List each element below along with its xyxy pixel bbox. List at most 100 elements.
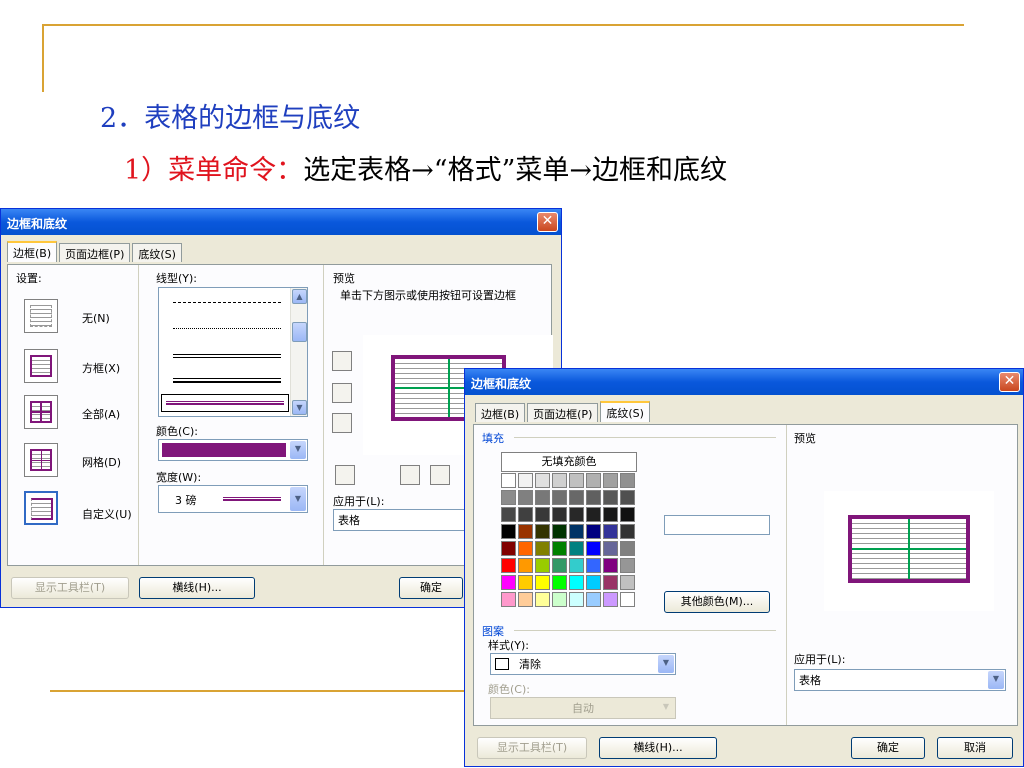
scroll-up-icon[interactable]: ▲ xyxy=(292,289,307,304)
color-swatch[interactable] xyxy=(620,473,635,488)
color-swatch[interactable] xyxy=(535,592,550,607)
color-swatch[interactable] xyxy=(603,473,618,488)
color-swatch[interactable] xyxy=(569,490,584,505)
color-swatch[interactable] xyxy=(569,541,584,556)
color-swatch[interactable] xyxy=(535,558,550,573)
color-swatch[interactable] xyxy=(518,575,533,590)
color-swatch[interactable] xyxy=(501,473,516,488)
setting-box-label[interactable]: 方框(X) xyxy=(82,360,120,376)
line-style-list[interactable]: ▲ ▼ xyxy=(158,287,308,417)
color-swatch[interactable] xyxy=(569,575,584,590)
line-option-dashdot[interactable] xyxy=(173,302,281,303)
chevron-down-icon[interactable]: ▼ xyxy=(658,655,674,673)
chevron-down-icon[interactable]: ▼ xyxy=(658,699,674,717)
setting-custom-icon[interactable] xyxy=(24,491,58,525)
color-swatch[interactable] xyxy=(535,473,550,488)
scroll-thumb[interactable] xyxy=(292,322,307,342)
tab-shading[interactable]: 底纹(S) xyxy=(132,243,182,262)
line-option-double[interactable] xyxy=(173,354,281,358)
color-swatch[interactable] xyxy=(552,473,567,488)
color-swatch[interactable] xyxy=(603,541,618,556)
color-swatch[interactable] xyxy=(501,507,516,522)
ok-button[interactable]: 确定 xyxy=(399,577,463,599)
tab-page-border[interactable]: 页面边框(P) xyxy=(59,243,131,262)
setting-none-icon[interactable] xyxy=(24,299,58,333)
color-swatch[interactable] xyxy=(603,524,618,539)
apply-select[interactable]: 表格 ▼ xyxy=(794,669,1006,691)
pattern-color-select[interactable]: 自动 ▼ xyxy=(490,697,676,719)
color-swatch[interactable] xyxy=(586,507,601,522)
color-swatch[interactable] xyxy=(518,490,533,505)
color-swatch[interactable] xyxy=(501,592,516,607)
color-swatch[interactable] xyxy=(518,541,533,556)
chevron-down-icon[interactable]: ▼ xyxy=(290,487,306,511)
chevron-down-icon[interactable]: ▼ xyxy=(988,671,1004,689)
color-swatch[interactable] xyxy=(552,524,567,539)
cancel-button[interactable]: 取消 xyxy=(937,737,1013,759)
color-swatch[interactable] xyxy=(586,524,601,539)
color-swatch[interactable] xyxy=(518,507,533,522)
tab-shading[interactable]: 底纹(S) xyxy=(600,401,650,422)
color-swatch[interactable] xyxy=(518,473,533,488)
color-swatch[interactable] xyxy=(586,558,601,573)
color-swatch[interactable] xyxy=(620,575,635,590)
color-swatch[interactable] xyxy=(501,558,516,573)
color-swatch[interactable] xyxy=(603,575,618,590)
line-option-dotdash[interactable] xyxy=(173,328,281,329)
color-swatch[interactable] xyxy=(569,473,584,488)
horizontal-line-button[interactable]: 横线(H)... xyxy=(139,577,255,599)
scroll-down-icon[interactable]: ▼ xyxy=(292,400,307,415)
border-middle-button[interactable] xyxy=(332,383,352,403)
border-top-button[interactable] xyxy=(332,351,352,371)
setting-all-icon[interactable] xyxy=(24,395,58,429)
color-swatch[interactable] xyxy=(501,541,516,556)
line-option-selected[interactable] xyxy=(161,394,289,412)
color-swatch[interactable] xyxy=(552,541,567,556)
diagonal-border-button[interactable] xyxy=(335,465,355,485)
color-swatch[interactable] xyxy=(569,524,584,539)
color-swatch[interactable] xyxy=(620,507,635,522)
color-swatch[interactable] xyxy=(535,490,550,505)
color-swatch[interactable] xyxy=(586,575,601,590)
color-swatch[interactable] xyxy=(535,524,550,539)
line-style-scrollbar[interactable]: ▲ ▼ xyxy=(290,288,307,416)
color-swatch[interactable] xyxy=(586,541,601,556)
setting-box-icon[interactable] xyxy=(24,349,58,383)
color-swatch[interactable] xyxy=(552,575,567,590)
show-toolbar-button[interactable]: 显示工具栏(T) xyxy=(477,737,587,759)
border-left-button[interactable] xyxy=(400,465,420,485)
setting-custom-label[interactable]: 自定义(U) xyxy=(82,506,132,522)
line-option-thick-thin[interactable] xyxy=(173,378,281,383)
color-swatch[interactable] xyxy=(518,558,533,573)
no-fill-button[interactable]: 无填充颜色 xyxy=(501,452,637,472)
chevron-down-icon[interactable]: ▼ xyxy=(290,441,306,459)
color-swatch[interactable] xyxy=(501,524,516,539)
color-swatch[interactable] xyxy=(620,490,635,505)
tab-borders[interactable]: 边框(B) xyxy=(7,241,58,262)
color-swatch[interactable] xyxy=(569,507,584,522)
close-button[interactable]: ✕ xyxy=(999,372,1020,392)
color-swatch[interactable] xyxy=(552,558,567,573)
close-button[interactable]: ✕ xyxy=(537,212,558,232)
color-swatch[interactable] xyxy=(552,490,567,505)
color-swatch[interactable] xyxy=(535,575,550,590)
color-swatch[interactable] xyxy=(569,592,584,607)
color-swatch[interactable] xyxy=(620,592,635,607)
color-swatch[interactable] xyxy=(603,507,618,522)
color-swatch[interactable] xyxy=(569,558,584,573)
setting-grid-label[interactable]: 网格(D) xyxy=(82,454,121,470)
color-swatch[interactable] xyxy=(620,558,635,573)
setting-all-label[interactable]: 全部(A) xyxy=(82,406,120,422)
color-swatch[interactable] xyxy=(535,507,550,522)
tab-page-border[interactable]: 页面边框(P) xyxy=(527,403,599,422)
color-palette[interactable] xyxy=(501,473,637,609)
color-swatch[interactable] xyxy=(518,592,533,607)
color-swatch[interactable] xyxy=(586,592,601,607)
border-center-button[interactable] xyxy=(430,465,450,485)
color-select[interactable]: ▼ xyxy=(158,439,308,461)
color-swatch[interactable] xyxy=(552,507,567,522)
color-swatch[interactable] xyxy=(603,592,618,607)
apply-select[interactable]: 表格 xyxy=(333,509,473,531)
style-select[interactable]: 清除 ▼ xyxy=(490,653,676,675)
setting-grid-icon[interactable] xyxy=(24,443,58,477)
